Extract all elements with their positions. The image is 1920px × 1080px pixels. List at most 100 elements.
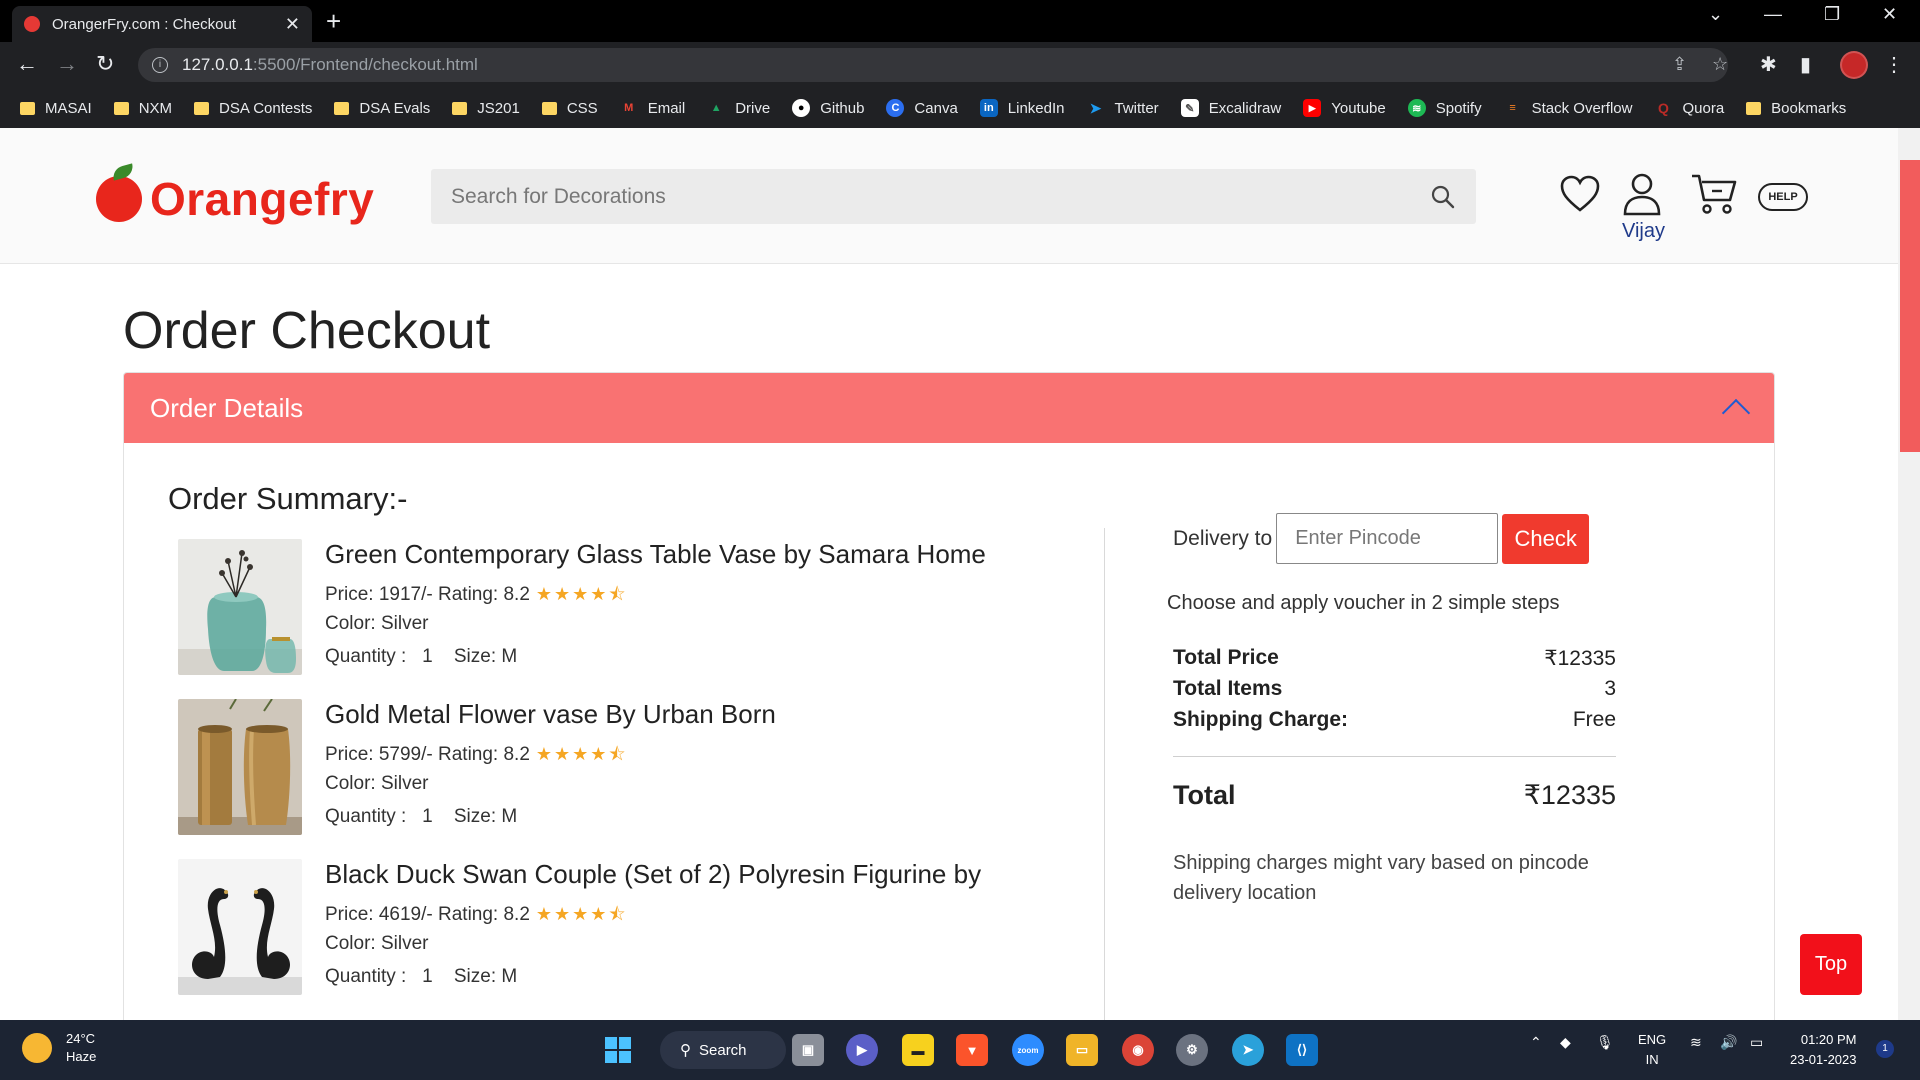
product-name[interactable]: Black Duck Swan Couple (Set of 2) Polyre… (325, 859, 981, 890)
help-button[interactable]: HELP (1758, 183, 1808, 211)
bookmark-star-icon[interactable]: ☆ (1712, 54, 1728, 75)
user-name[interactable]: Vijay (1622, 220, 1665, 243)
check-pincode-button[interactable]: Check (1502, 513, 1590, 564)
bookmark-label: DSA Contests (219, 99, 313, 117)
shipping-value: Free (1572, 708, 1616, 731)
browser-menu-icon[interactable]: ⋮ (1884, 52, 1904, 77)
bookmark-quora[interactable]: Q Quora (1654, 99, 1724, 117)
bookmark-dsa-evals[interactable]: DSA Evals (334, 100, 430, 117)
folder-icon (20, 101, 35, 115)
chevron-up-icon[interactable] (1721, 398, 1751, 428)
vscode-icon[interactable]: ⟨⟩ (1286, 1034, 1318, 1066)
order-summary-title: Order Summary:- (168, 481, 408, 516)
windows-start-icon[interactable] (602, 1034, 634, 1066)
bookmark-linkedin[interactable]: in LinkedIn (979, 99, 1065, 117)
bookmark-css[interactable]: CSS (541, 100, 598, 117)
wifi-icon[interactable]: ≋ (1690, 1034, 1702, 1051)
bookmark-drive[interactable]: ▲ Drive (707, 99, 770, 117)
bookmark-label: NXM (138, 99, 173, 117)
quantity-value: 1 (422, 806, 433, 827)
microphone-icon[interactable]: 🎙 (1596, 1034, 1614, 1051)
gmail-icon: M (624, 102, 634, 114)
dropbox-icon[interactable]: ◆ (1560, 1034, 1571, 1051)
bookmark-js201[interactable]: JS201 (452, 100, 520, 117)
folder-icon (1746, 101, 1762, 115)
system-clock[interactable]: 01:20 PM 23-01-2023 (1790, 1030, 1857, 1070)
product-image-swan-figurine[interactable] (178, 859, 302, 995)
search-icon[interactable] (1430, 184, 1456, 210)
scroll-top-button[interactable]: Top (1800, 934, 1862, 995)
file-explorer-icon[interactable]: ▭ (1066, 1034, 1098, 1066)
bookmark-github[interactable]: ● Github (792, 99, 864, 117)
show-hidden-icons-icon[interactable]: ⌃ (1530, 1034, 1542, 1051)
product-name[interactable]: Green Contemporary Glass Table Vase by S… (325, 539, 986, 570)
telegram-icon[interactable]: ➤ (1232, 1034, 1264, 1066)
share-icon[interactable]: ⇪ (1672, 54, 1687, 75)
bookmark-masai[interactable]: MASAI (20, 100, 92, 117)
forward-icon[interactable]: → (56, 51, 78, 77)
bookmark-email[interactable]: M Email (620, 99, 685, 117)
wishlist-heart-icon[interactable] (1560, 175, 1600, 213)
notification-badge[interactable]: 1 (1876, 1040, 1894, 1058)
restore-icon[interactable]: ❐ (1824, 4, 1840, 25)
bookmark-stack-overflow[interactable]: ≡ Stack Overflow (1504, 99, 1632, 117)
search-input[interactable] (451, 184, 1430, 209)
cart-icon[interactable] (1690, 172, 1738, 216)
brave-browser-icon[interactable]: ▼ (956, 1034, 988, 1066)
new-tab-icon[interactable]: + (326, 6, 341, 36)
site-info-icon[interactable]: i (152, 57, 168, 73)
weather-widget[interactable]: 24°C Haze (22, 1030, 96, 1066)
volume-icon[interactable]: 🔊 (1720, 1034, 1737, 1051)
clock-date: 23-01-2023 (1790, 1052, 1857, 1067)
settings-gear-icon[interactable]: ⚙ (1176, 1034, 1208, 1066)
summary-divider-line (1173, 756, 1616, 757)
tab-search-icon[interactable]: ⌄ (1708, 4, 1723, 25)
product-image-gold-vase[interactable] (178, 699, 302, 835)
chrome-icon[interactable]: ◉ (1122, 1034, 1154, 1066)
site-logo[interactable]: Orangefry (96, 163, 374, 226)
reload-icon[interactable]: ↻ (96, 51, 114, 77)
url-host: 127.0.0.1 (182, 55, 253, 74)
side-panel-icon[interactable]: ▮ (1800, 52, 1811, 77)
browser-tab[interactable]: OrangerFry.com : Checkout ✕ (12, 6, 312, 42)
task-view-icon[interactable]: ▣ (792, 1034, 824, 1066)
bookmarks-bar: MASAI NXM DSA Contests DSA Evals JS201 C… (0, 88, 1920, 128)
url-bar[interactable]: i 127.0.0.1:5500/Frontend/checkout.html (138, 48, 1728, 82)
back-icon[interactable]: ← (16, 51, 38, 77)
profile-avatar[interactable] (1840, 51, 1868, 79)
bookmark-bookmarks[interactable]: Bookmarks (1746, 100, 1846, 117)
bookmark-excalidraw[interactable]: ✎ Excalidraw (1180, 99, 1281, 117)
sticky-notes-icon[interactable]: ▬ (902, 1034, 934, 1066)
product-price-rating: Price: 1917/- Rating: 8.2 ★★★★⯪ (325, 582, 627, 612)
delivery-label: Delivery to (1173, 526, 1273, 550)
quantity-label: Quantity : (325, 966, 407, 987)
extensions-icon[interactable]: ✱ (1760, 52, 1777, 77)
minimize-icon[interactable]: — (1764, 4, 1782, 25)
temperature: 24°C (66, 1031, 96, 1046)
language-indicator[interactable]: ENG IN (1638, 1030, 1666, 1070)
scrollbar-thumb[interactable] (1900, 160, 1920, 452)
tab-close-icon[interactable]: ✕ (285, 14, 300, 35)
teams-chat-icon[interactable]: ▶ (846, 1034, 878, 1066)
total-price-value: ₹12335 (1544, 647, 1616, 670)
bookmark-twitter[interactable]: ➤ Twitter (1087, 99, 1159, 117)
bookmark-nxm[interactable]: NXM (113, 99, 173, 117)
battery-icon[interactable]: ▭ (1750, 1034, 1763, 1051)
url-path: :5500/Frontend/checkout.html (252, 55, 478, 74)
product-name[interactable]: Gold Metal Flower vase By Urban Born (325, 699, 776, 730)
user-account-icon[interactable] (1622, 172, 1662, 216)
product-color: Color: Silver (325, 773, 429, 794)
order-details-header[interactable]: Order Details (124, 373, 1774, 443)
taskbar-search[interactable]: ⚲ Search (660, 1031, 786, 1069)
bookmark-youtube[interactable]: ▶ Youtube (1303, 99, 1386, 117)
pincode-input[interactable] (1276, 513, 1499, 564)
close-window-icon[interactable]: ✕ (1882, 4, 1897, 25)
product-image-glass-vase[interactable] (178, 539, 302, 675)
bookmark-label: Drive (735, 99, 771, 117)
voucher-text: Choose and apply voucher in 2 simple ste… (1167, 592, 1560, 614)
bookmark-canva[interactable]: C Canva (886, 99, 958, 117)
zoom-icon[interactable]: zoom (1012, 1034, 1044, 1066)
bookmark-spotify[interactable]: ≋ Spotify (1407, 99, 1482, 117)
bookmark-dsa-contests[interactable]: DSA Contests (194, 100, 312, 117)
folder-icon (113, 101, 129, 115)
